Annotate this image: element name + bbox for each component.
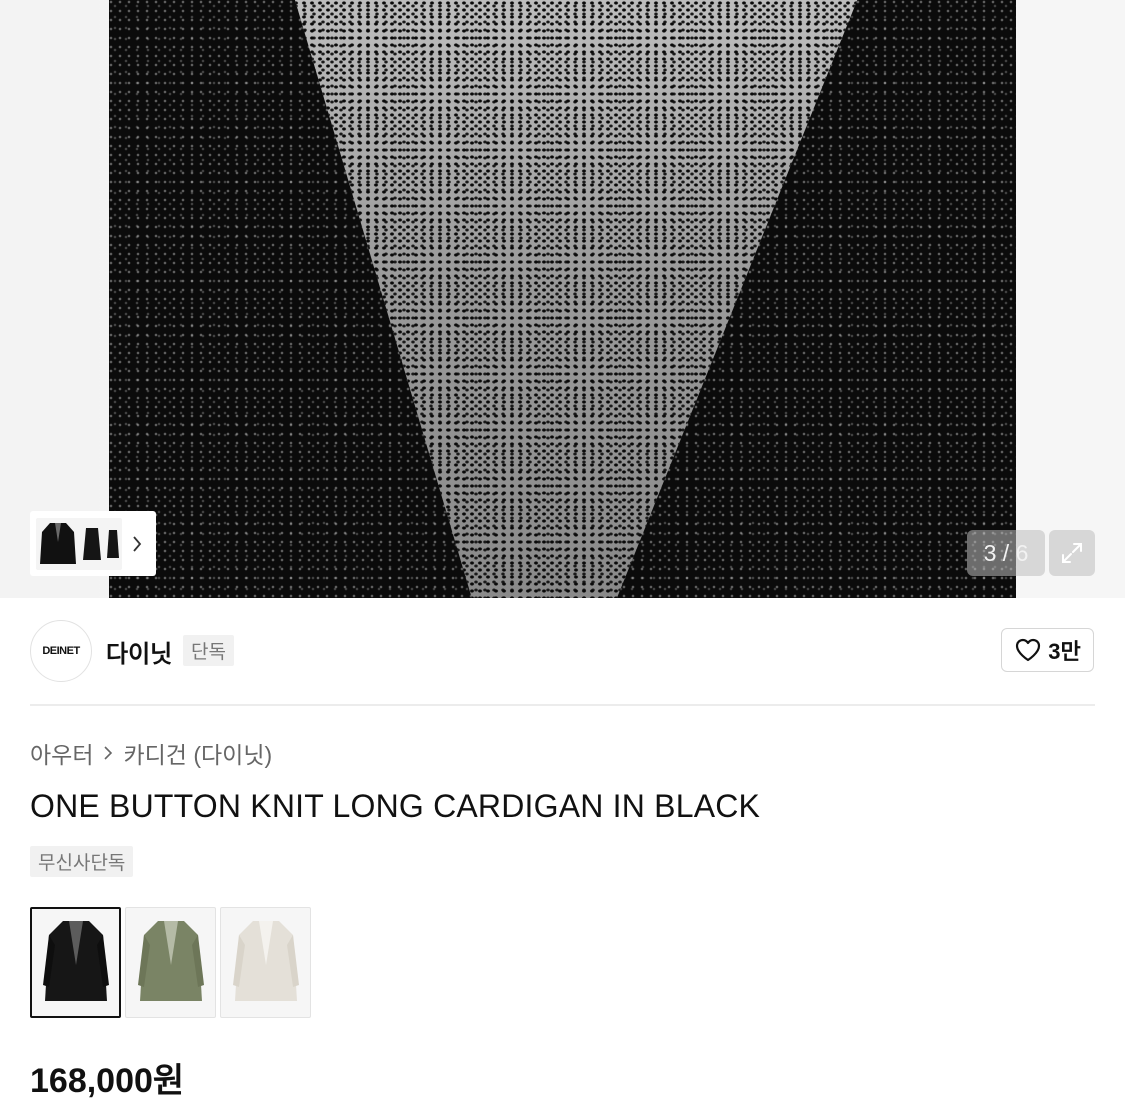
image-counter: 3 / 6 — [967, 530, 1045, 576]
color-option-khaki[interactable] — [125, 907, 216, 1018]
chevron-right-icon — [99, 745, 117, 761]
thumbnail-strip-button[interactable] — [30, 511, 156, 576]
product-image-carousel[interactable]: 3 / 6 — [0, 0, 1125, 598]
khaki-cardigan-thumbnail — [137, 920, 204, 1001]
cardigan-back-thumbnail — [107, 529, 119, 558]
like-count: 3만 — [1048, 639, 1081, 664]
breadcrumb-subcategory[interactable]: 카디건 (다이닛) — [123, 736, 272, 770]
musinsa-exclusive-badge: 무신사단독 — [30, 846, 134, 877]
product-price: 168,000원 — [30, 1062, 185, 1100]
brand-logo-text: DEINET — [42, 645, 80, 657]
thumbnail-strip-image — [36, 517, 122, 570]
color-option-ivory[interactable] — [220, 907, 311, 1018]
cardigan-side-thumbnail — [83, 527, 101, 560]
expand-icon — [1062, 543, 1082, 563]
color-options — [30, 907, 311, 1018]
section-divider — [30, 704, 1095, 706]
heart-icon — [1016, 638, 1041, 662]
breadcrumb-category[interactable]: 아우터 — [30, 736, 93, 770]
cardigan-front-thumbnail — [40, 522, 76, 564]
brand-logo[interactable]: DEINET — [30, 620, 92, 682]
like-button[interactable]: 3만 — [1001, 628, 1094, 672]
knit-texture-panel — [294, 0, 858, 598]
breadcrumb: 아우터 카디건 (다이닛) — [30, 737, 272, 769]
product-title: ONE BUTTON KNIT LONG CARDIGAN IN BLACK — [30, 788, 761, 824]
product-photo — [109, 0, 1016, 598]
expand-image-button[interactable] — [1049, 530, 1095, 576]
black-cardigan-thumbnail — [42, 920, 109, 1001]
brand-row: DEINET 다이닛 단독 3만 — [30, 620, 1095, 682]
ivory-cardigan-thumbnail — [232, 920, 299, 1001]
color-option-black[interactable] — [30, 907, 121, 1018]
chevron-right-icon — [122, 518, 152, 570]
brand-exclusive-tag: 단독 — [183, 635, 234, 666]
brand-name-link[interactable]: 다이닛 — [106, 634, 172, 669]
